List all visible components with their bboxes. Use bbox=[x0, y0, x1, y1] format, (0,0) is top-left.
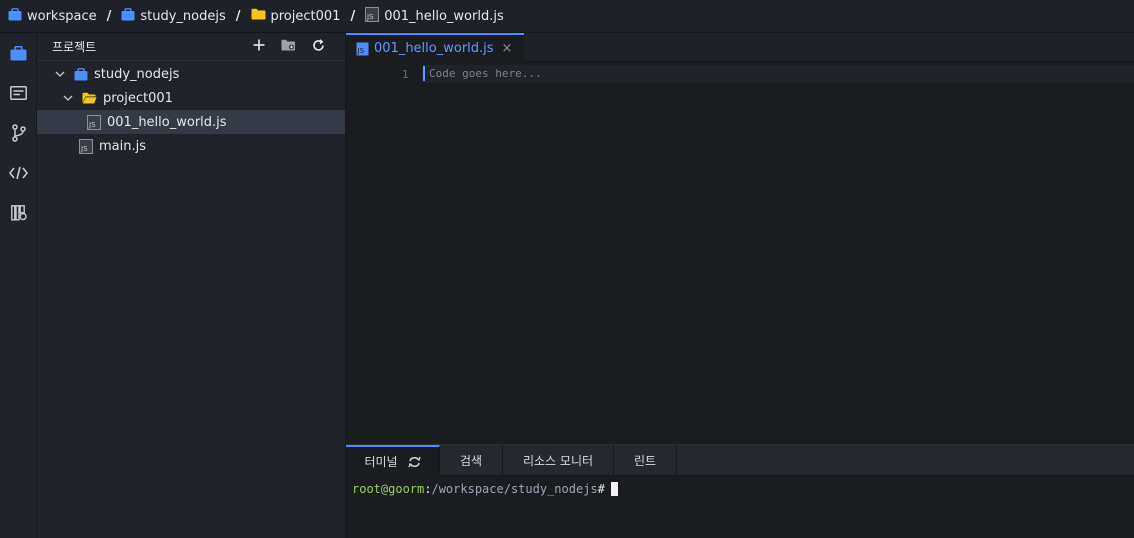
terminal-path: /workspace/study_nodejs bbox=[431, 482, 598, 496]
svg-text:JS: JS bbox=[357, 47, 365, 55]
svg-text:JS: JS bbox=[80, 145, 88, 153]
tab-resource-monitor[interactable]: 리소스 모니터 bbox=[503, 445, 614, 476]
project-icon[interactable] bbox=[0, 33, 37, 73]
breadcrumb-item-workspace[interactable]: workspace bbox=[8, 7, 97, 25]
js-file-icon: JS bbox=[79, 138, 93, 154]
terminal[interactable]: root@goorm : /workspace/study_nodejs # bbox=[346, 476, 1134, 502]
ide-window: workspace / study_nodejs / project001 / … bbox=[0, 0, 1134, 538]
js-file-icon: JS bbox=[365, 6, 380, 26]
workspace-icon bbox=[121, 7, 135, 25]
tab-label: 터미널 bbox=[364, 455, 398, 469]
breadcrumb: workspace / study_nodejs / project001 / … bbox=[0, 0, 1134, 33]
tree-item-label: 001_hello_world.js bbox=[107, 114, 227, 130]
chevron-down-icon[interactable] bbox=[54, 71, 66, 77]
bottom-panel: 터미널 검색 리소스 모니터 린트 root@goorm : /workspac… bbox=[346, 444, 1134, 538]
line-number: 1 bbox=[402, 68, 409, 81]
tab-label: 검색 bbox=[459, 454, 483, 468]
svg-text:JS: JS bbox=[88, 121, 96, 129]
editor-placeholder: Code goes here... bbox=[429, 67, 542, 80]
sidebar-title: 프로젝트 bbox=[52, 40, 97, 54]
new-folder-icon[interactable] bbox=[281, 39, 296, 55]
tree-item-label: study_nodejs bbox=[94, 66, 180, 82]
tree-item-label: project001 bbox=[103, 90, 173, 106]
project-sidebar: 프로젝트 study_nodejs project001 JS 001_hell… bbox=[37, 33, 346, 538]
tree-item-label: main.js bbox=[99, 138, 146, 154]
refresh-icon[interactable] bbox=[312, 39, 325, 55]
tree-item-hello-world[interactable]: JS 001_hello_world.js bbox=[37, 110, 345, 134]
tab-search[interactable]: 검색 bbox=[440, 445, 503, 476]
terminal-user: root@goorm bbox=[352, 482, 425, 496]
breadcrumb-label: study_nodejs bbox=[140, 8, 226, 24]
files-icon[interactable] bbox=[0, 73, 37, 113]
js-file-icon: JS bbox=[87, 114, 101, 130]
tree-item-project001[interactable]: project001 bbox=[37, 86, 345, 110]
refresh-icon[interactable] bbox=[407, 456, 421, 468]
tree-item-main-js[interactable]: JS main.js bbox=[37, 134, 345, 158]
tab-terminal[interactable]: 터미널 bbox=[346, 445, 440, 476]
editor-tabs: JS 001_hello_world.js × bbox=[346, 33, 1134, 62]
breadcrumb-label: 001_hello_world.js bbox=[384, 8, 504, 24]
breadcrumb-label: project001 bbox=[270, 8, 341, 24]
code-editor: JS 001_hello_world.js × 1 Code goes here… bbox=[346, 33, 1134, 444]
tree-item-study-nodejs[interactable]: study_nodejs bbox=[37, 62, 345, 86]
svg-text:JS: JS bbox=[366, 13, 374, 21]
folder-icon bbox=[251, 8, 266, 24]
sidebar-actions bbox=[253, 39, 325, 55]
breadcrumb-separator: / bbox=[350, 8, 356, 24]
code-icon[interactable] bbox=[0, 153, 37, 193]
terminal-colon: : bbox=[424, 482, 432, 496]
terminal-cursor bbox=[610, 482, 618, 496]
terminal-prompt: # bbox=[597, 482, 605, 496]
project-icon bbox=[74, 67, 88, 81]
breadcrumb-separator: / bbox=[235, 8, 241, 24]
breadcrumb-label: workspace bbox=[27, 8, 97, 24]
chevron-down-icon[interactable] bbox=[62, 95, 74, 101]
tab-label: 린트 bbox=[633, 454, 657, 468]
git-icon[interactable] bbox=[0, 113, 37, 153]
code-area[interactable]: 1 Code goes here... bbox=[346, 62, 1134, 444]
sidebar-header: 프로젝트 bbox=[37, 33, 345, 61]
tab-label: 리소스 모니터 bbox=[522, 454, 594, 468]
folder-open-icon bbox=[82, 92, 97, 104]
breadcrumb-separator: / bbox=[106, 8, 112, 24]
activity-bar bbox=[0, 33, 37, 538]
workspace-icon bbox=[8, 7, 22, 25]
breadcrumb-item-hello-world[interactable]: JS 001_hello_world.js bbox=[365, 6, 504, 26]
close-icon[interactable]: × bbox=[502, 41, 513, 56]
text-cursor bbox=[423, 66, 425, 81]
editor-tab-hello-world[interactable]: JS 001_hello_world.js × bbox=[346, 33, 525, 62]
tab-label: 001_hello_world.js bbox=[374, 41, 494, 56]
breadcrumb-item-study-nodejs[interactable]: study_nodejs bbox=[121, 7, 226, 25]
add-icon[interactable] bbox=[253, 39, 265, 55]
panel-tabs: 터미널 검색 리소스 모니터 린트 bbox=[346, 445, 1134, 476]
package-icon[interactable] bbox=[0, 193, 37, 233]
tab-lint[interactable]: 린트 bbox=[614, 445, 677, 476]
js-file-icon: JS bbox=[356, 42, 369, 56]
breadcrumb-item-project001[interactable]: project001 bbox=[251, 8, 341, 24]
